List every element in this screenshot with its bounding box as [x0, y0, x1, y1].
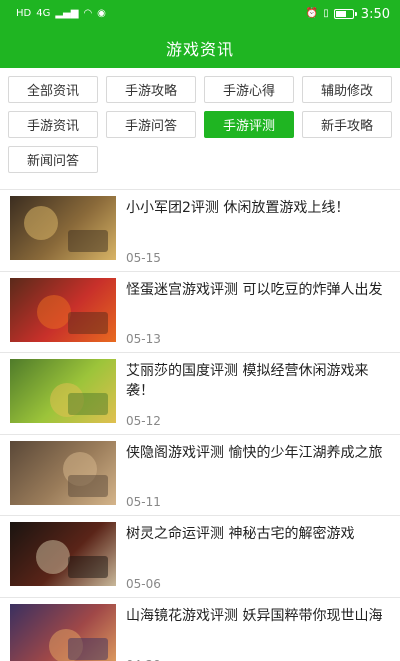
wifi-icon: ◠	[83, 8, 93, 19]
status-left: HD 4G ▂▄▆ ◠ ◉	[16, 9, 106, 19]
header: 游戏资讯	[0, 28, 400, 68]
article-item[interactable]: 小小军团2评测 休闲放置游戏上线！ 05-15	[0, 190, 400, 272]
article-title[interactable]: 艾丽莎的国度评测 模拟经营休闲游戏来袭！	[126, 361, 390, 401]
article-thumbnail	[10, 440, 116, 505]
article-date: 05-06	[126, 576, 161, 591]
article-item[interactable]: 侠隐阁游戏评测 愉快的少年江湖养成之旅 05-11	[0, 435, 400, 516]
tag-button[interactable]: 辅助修改	[302, 76, 392, 103]
article-title[interactable]: 怪蛋迷宫游戏评测 可以吃豆的炸弹人出发	[126, 280, 390, 300]
tag-button[interactable]: 新闻问答	[8, 146, 98, 173]
wechat-icon: ◉	[97, 8, 106, 19]
tag-button[interactable]: 手游心得	[204, 76, 294, 103]
article-info: 树灵之命运评测 神秘古宅的解密游戏 05-06	[116, 516, 390, 597]
article-title[interactable]: 树灵之命运评测 神秘古宅的解密游戏	[126, 524, 390, 544]
article-thumbnail	[10, 359, 116, 423]
tag-button[interactable]: 全部资讯	[8, 76, 98, 103]
alarm-icon: ⏰	[305, 8, 319, 19]
article-item[interactable]: 艾丽莎的国度评测 模拟经营休闲游戏来袭！ 05-12	[0, 353, 400, 435]
article-info: 小小军团2评测 休闲放置游戏上线！ 05-15	[116, 190, 390, 271]
article-item[interactable]: 树灵之命运评测 神秘古宅的解密游戏 05-06	[0, 516, 400, 598]
status-bar: HD 4G ▂▄▆ ◠ ◉ ⏰ ▯ 3:50	[0, 0, 400, 28]
article-thumbnail	[10, 522, 116, 586]
article-thumbnail	[10, 196, 116, 260]
article-info: 怪蛋迷宫游戏评测 可以吃豆的炸弹人出发 05-13	[116, 272, 390, 353]
article-item[interactable]: 山海镜花游戏评测 妖异国粹带你现世山海04-29	[0, 598, 400, 661]
article-date: 05-15	[126, 250, 161, 265]
tag-button[interactable]: 手游资讯	[8, 111, 98, 138]
category-tags: 全部资讯 手游攻略 手游心得 辅助修改手游资讯 手游问答 手游评测 新手攻略新闻问答	[0, 68, 400, 175]
tag-button[interactable]: 新手攻略	[302, 111, 392, 138]
signal-icon: ▂▄▆	[55, 8, 79, 19]
tag-button[interactable]: 手游评测	[204, 111, 294, 138]
battery-icon	[333, 9, 357, 19]
page-title: 游戏资讯	[165, 40, 234, 59]
article-date: 05-11	[126, 495, 161, 509]
article-title[interactable]: 山海镜花游戏评测 妖异国粹带你现世山海	[126, 606, 390, 626]
vibrate-icon: ▯	[323, 8, 329, 19]
article-title[interactable]: 小小军团2评测 休闲放置游戏上线！	[126, 198, 390, 218]
status-right: ⏰ ▯ 3:50	[306, 7, 390, 22]
article-item[interactable]: 怪蛋迷宫游戏评测 可以吃豆的炸弹人出发 05-13	[0, 272, 400, 353]
article-info: 侠隐阁游戏评测 愉快的少年江湖养成之旅 05-11	[116, 435, 390, 516]
status-time: 3:50	[360, 6, 390, 22]
article-list: 小小军团2评测 休闲放置游戏上线！ 05-15 怪蛋迷宫游戏评测 可以吃豆的炸弹人出…	[0, 189, 400, 661]
article-info: 艾丽莎的国度评测 模拟经营休闲游戏来袭！ 05-12	[116, 353, 390, 434]
battery-fill	[335, 11, 347, 17]
hd-icon: HD	[16, 8, 32, 19]
article-info: 山海镜花游戏评测 妖异国粹带你现世山海04-29	[116, 598, 390, 661]
network-icon: 4G	[36, 8, 51, 19]
article-thumbnail	[10, 277, 116, 342]
tag-button[interactable]: 手游攻略	[106, 76, 196, 103]
article-date: 05-13	[126, 332, 161, 346]
tag-button[interactable]: 手游问答	[106, 111, 196, 138]
article-date: 05-12	[126, 413, 161, 428]
article-thumbnail	[10, 603, 116, 661]
article-title[interactable]: 侠隐阁游戏评测 愉快的少年江湖养成之旅	[126, 443, 390, 463]
